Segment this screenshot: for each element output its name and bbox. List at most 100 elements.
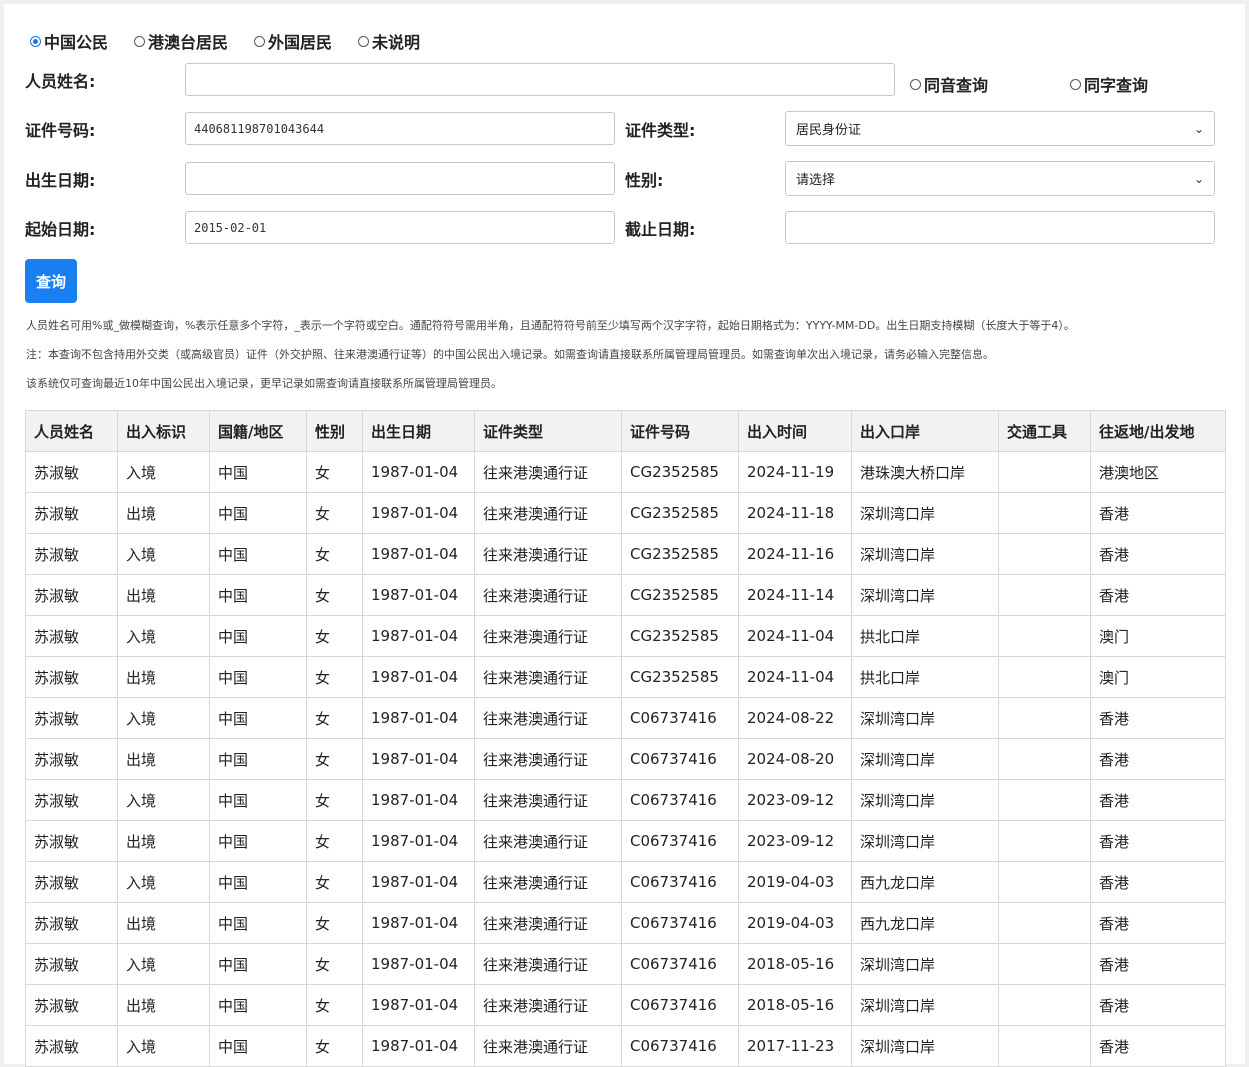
table-cell: 中国 [209, 492, 307, 534]
table-cell [998, 984, 1091, 1026]
table-cell: 女 [306, 861, 363, 903]
table-row: 苏淑敏 出境 中国女 1987-01-04 往来港澳通行证 C06737416 2018-0… [25, 984, 1226, 1026]
dob-input[interactable] [185, 162, 615, 195]
table-cell: 入境 [117, 533, 210, 575]
table-cell: 往来港澳通行证 [474, 738, 622, 780]
radio-china-citizen[interactable]: 中国公民 [30, 29, 108, 53]
table-cell: 2018-05-16 [738, 943, 852, 985]
table-row: 苏淑敏 入境 中国女 1987-01-04 往来港澳通行证 C06737416 2019-0… [25, 861, 1226, 903]
table-cell: 香港 [1090, 779, 1226, 821]
table-cell: 西九龙口岸 [851, 902, 999, 944]
radio-circle-icon [1070, 78, 1081, 90]
table-cell: CG2352585 [621, 656, 739, 698]
table-row: 苏淑敏 出境 中国女 1987-01-04 往来港澳通行证 C06737416 2024-0… [25, 738, 1226, 780]
table-cell: 中国 [209, 779, 307, 821]
table-cell: 往来港澳通行证 [474, 984, 622, 1026]
table-cell: 2018-05-16 [738, 984, 852, 1026]
gender-label: 性别: [625, 171, 664, 190]
table-cell: 入境 [117, 615, 210, 657]
table-header-row: 人员姓名 出入标识 国籍/地区 性别 出生日期 证件类型 证件号码 出入时间 出入口岸 交通工具往… [25, 410, 1226, 452]
note-time-range: 该系统仅可查询最近10年中国公民出入境记录，更早记录如需查询请直接联系所属管理局… [26, 377, 502, 390]
table-cell: 出境 [117, 902, 210, 944]
start-date-input[interactable]: 2015-02-01 [185, 211, 615, 244]
end-date-label: 截止日期: [625, 220, 696, 239]
table-cell [998, 574, 1091, 616]
table-cell [998, 1025, 1091, 1067]
table-cell: 2024-11-04 [738, 615, 852, 657]
table-row: 苏淑敏 出境 中国女 1987-01-04 往来港澳通行证 CG2352585 2024-1… [25, 574, 1226, 616]
table-cell: 2023-09-12 [738, 779, 852, 821]
table-cell: 香港 [1090, 533, 1226, 575]
table-cell: 深圳湾口岸 [851, 943, 999, 985]
table-cell: 中国 [209, 533, 307, 575]
column-header: 出生日期 [362, 410, 475, 452]
table-cell: 1987-01-04 [362, 820, 475, 862]
table-cell: 往来港澳通行证 [474, 902, 622, 944]
column-header: 出入标识 [117, 410, 210, 452]
table-cell: 往来港澳通行证 [474, 533, 622, 575]
table-cell: 苏淑敏 [25, 492, 118, 534]
table-cell: 香港 [1090, 697, 1226, 739]
table-cell: 香港 [1090, 943, 1226, 985]
table-cell: 出境 [117, 820, 210, 862]
table-cell: 拱北口岸 [851, 656, 999, 698]
table-cell: 中国 [209, 902, 307, 944]
table-cell: 苏淑敏 [25, 984, 118, 1026]
id-number-input[interactable]: 440681198701043644 [185, 112, 615, 145]
table-cell: 中国 [209, 451, 307, 493]
table-cell: 往来港澳通行证 [474, 1025, 622, 1067]
name-label: 人员姓名: [25, 72, 96, 91]
table-cell: 女 [306, 1025, 363, 1067]
table-cell [998, 615, 1091, 657]
table-cell: 2024-11-14 [738, 574, 852, 616]
radio-label: 同音查询 [924, 76, 989, 95]
table-cell: 1987-01-04 [362, 779, 475, 821]
table-cell: 出境 [117, 984, 210, 1026]
table-cell: 深圳湾口岸 [851, 1025, 999, 1067]
table-cell: 1987-01-04 [362, 574, 475, 616]
table-cell: 往来港澳通行证 [474, 492, 622, 534]
table-cell: 中国 [209, 984, 307, 1026]
table-cell [998, 492, 1091, 534]
results-table: 人员姓名 出入标识 国籍/地区 性别 出生日期 证件类型 证件号码 出入时间 出入口岸 交通工具往… [25, 410, 1226, 1067]
table-cell: 香港 [1090, 984, 1226, 1026]
table-cell: 苏淑敏 [25, 943, 118, 985]
query-button[interactable]: 查询 [25, 259, 77, 303]
radio-foreign-resident[interactable]: 外国居民 [254, 29, 332, 53]
table-cell: 中国 [209, 861, 307, 903]
table-cell: 女 [306, 533, 363, 575]
table-cell: 中国 [209, 656, 307, 698]
note-wildcard: 人员姓名可用%或_做模糊查询，%表示任意多个字符，_表示一个字符或空白。通配符符… [26, 319, 1075, 332]
same-char-query-radio[interactable]: 同字查询 [1070, 72, 1148, 96]
table-cell: 深圳湾口岸 [851, 820, 999, 862]
table-row: 苏淑敏 入境 中国女 1987-01-04 往来港澳通行证 CG2352585 2024-1… [25, 533, 1226, 575]
table-cell: 香港 [1090, 820, 1226, 862]
radio-hk-macao-taiwan[interactable]: 港澳台居民 [134, 29, 228, 53]
table-cell: 中国 [209, 574, 307, 616]
table-cell: 苏淑敏 [25, 533, 118, 575]
table-cell: 出境 [117, 492, 210, 534]
table-row: 苏淑敏 出境 中国女 1987-01-04 往来港澳通行证 CG2352585 2024-1… [25, 656, 1226, 698]
name-input[interactable] [185, 63, 895, 96]
table-cell: 中国 [209, 738, 307, 780]
table-cell: 2017-11-23 [738, 1025, 852, 1067]
table-cell [998, 697, 1091, 739]
table-cell: 澳门 [1090, 656, 1226, 698]
radio-label: 外国居民 [268, 33, 333, 52]
dob-label: 出生日期: [25, 171, 96, 190]
doc-type-selected-value: 居民身份证 [796, 123, 862, 138]
table-cell: 港珠澳大桥口岸 [851, 451, 999, 493]
radio-unspecified[interactable]: 未说明 [358, 29, 420, 53]
table-cell: 苏淑敏 [25, 820, 118, 862]
table-cell: 1987-01-04 [362, 615, 475, 657]
table-row: 苏淑敏 出境 中国女 1987-01-04 往来港澳通行证 C06737416 2019-0… [25, 902, 1226, 944]
table-cell: 深圳湾口岸 [851, 492, 999, 534]
doc-type-select[interactable]: 居民身份证 ⌄ [785, 111, 1215, 146]
table-cell: 中国 [209, 1025, 307, 1067]
table-cell: 2024-11-16 [738, 533, 852, 575]
end-date-input[interactable] [785, 211, 1215, 244]
table-cell: 1987-01-04 [362, 656, 475, 698]
table-row: 苏淑敏 出境 中国女 1987-01-04 往来港澳通行证 C06737416 2023-0… [25, 820, 1226, 862]
gender-select[interactable]: 请选择 ⌄ [785, 161, 1215, 196]
homophone-query-radio[interactable]: 同音查询 [910, 72, 988, 96]
